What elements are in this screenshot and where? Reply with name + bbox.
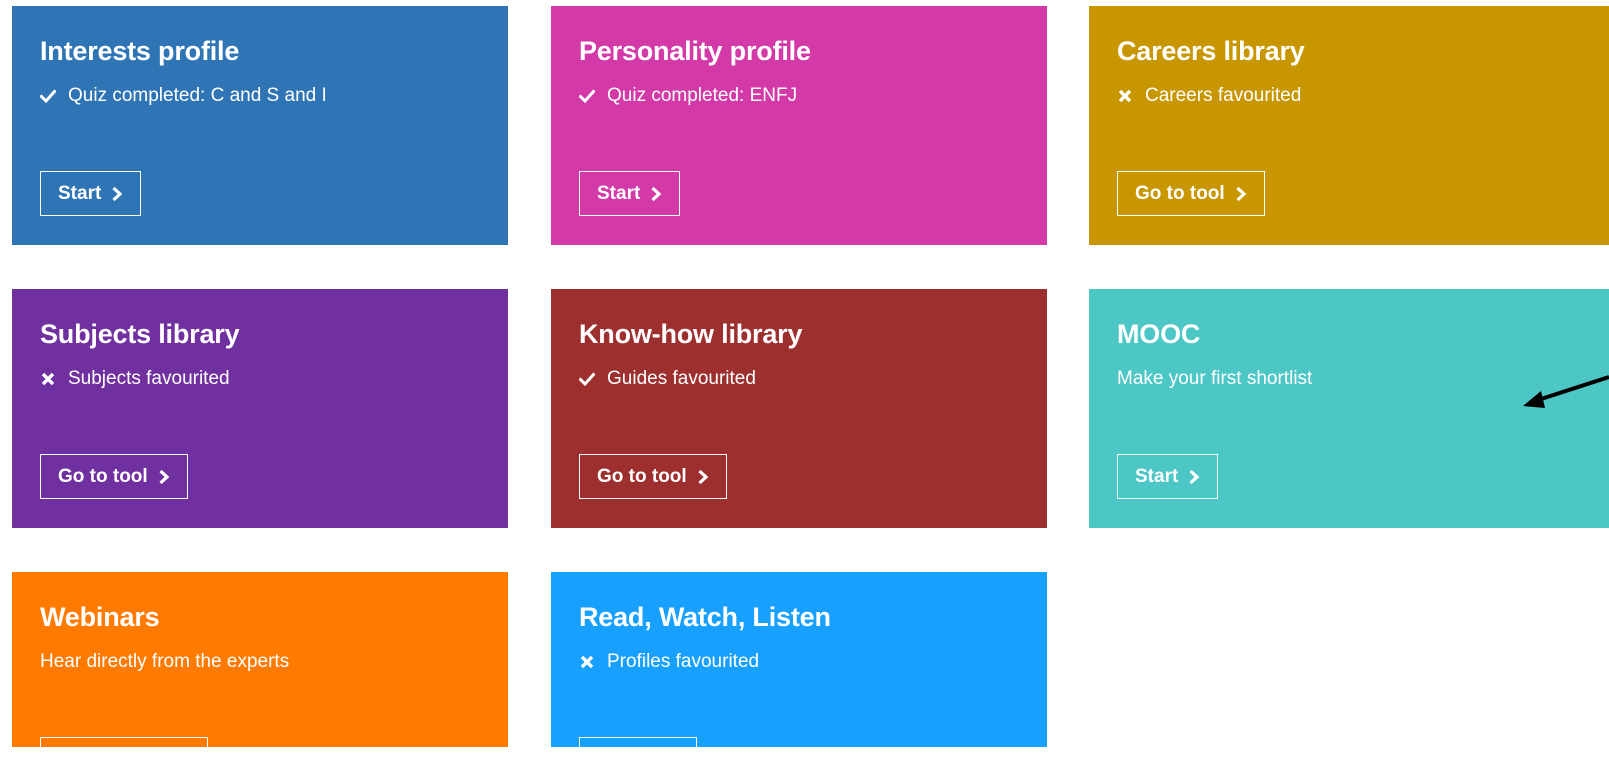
dashboard-tiles: Interests profile Quiz completed: C and … [0,0,1609,764]
arrow-icon [1523,375,1609,408]
